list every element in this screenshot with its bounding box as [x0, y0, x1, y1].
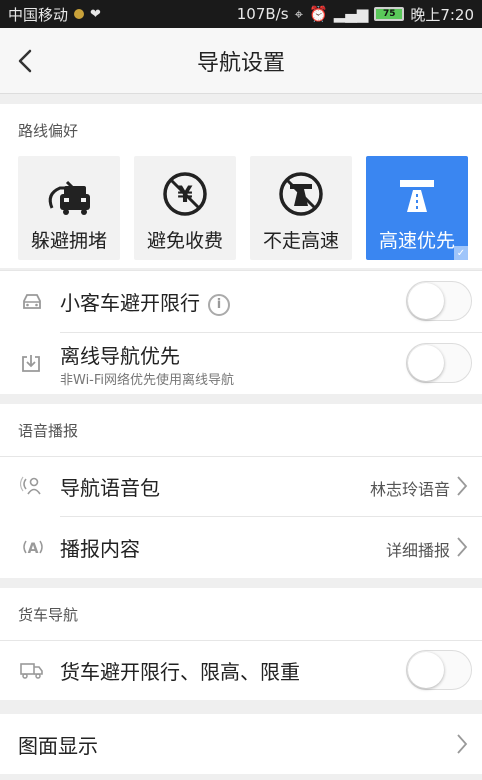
battery-icon: 75 — [374, 7, 405, 21]
svg-text:¥: ¥ — [177, 183, 193, 208]
truck-icon — [20, 663, 43, 679]
header-bar: 导航设置 — [0, 28, 482, 94]
route-option-label: 避免收费 — [146, 230, 223, 252]
section-label-voice: 语音播报 — [0, 404, 482, 456]
offline-nav-toggle[interactable] — [406, 343, 472, 383]
status-bar: 中国移动 ❤ 107B/s ⌖ ⏰ ▂▄▆ 75 晚上7:20 — [0, 0, 482, 28]
offline-nav-label: 离线导航优先 — [60, 344, 180, 368]
car-restriction-toggle[interactable] — [406, 281, 472, 321]
no-highway-icon — [279, 172, 323, 216]
broadcast-icon: A — [23, 540, 43, 557]
route-option-label: 不走高速 — [262, 230, 339, 252]
carrier-name: 中国移动 — [8, 5, 69, 24]
car-restriction-text: 小客车避开限行 — [60, 291, 200, 315]
voice-pack-row[interactable]: 导航语音包 林志玲语音 — [0, 456, 482, 516]
no-toll-icon: ¥ — [163, 172, 207, 216]
network-speed: 107B/s — [236, 5, 289, 23]
car-icon — [23, 294, 41, 309]
broadcast-content-row[interactable]: A 播报内容 详细播报 — [0, 516, 482, 578]
car-restriction-row: 小客车避开限行 i — [0, 270, 482, 332]
chevron-left-icon — [18, 49, 32, 73]
check-icon: ✓ — [454, 246, 468, 260]
toggle-knob — [408, 345, 444, 381]
back-button[interactable] — [14, 46, 38, 76]
heart-icon: ❤ — [90, 6, 101, 22]
toggle-knob — [408, 652, 444, 688]
route-option-avoid-toll[interactable]: ¥ 避免收费 — [134, 156, 236, 260]
chevron-right-icon — [457, 734, 468, 754]
broadcast-content-value: 详细播报 — [385, 541, 450, 560]
alarm-icon: ⏰ — [309, 5, 328, 23]
avoid-congestion-icon — [48, 180, 90, 215]
section-label-route: 路线偏好 — [0, 104, 482, 156]
location-icon: ⌖ — [294, 5, 304, 23]
truck-restriction-label: 货车避开限行、限高、限重 — [60, 660, 300, 684]
broadcast-content-label: 播报内容 — [60, 537, 140, 561]
route-pref-section: 路线偏好 — [0, 104, 482, 156]
route-option-avoid-congestion[interactable]: 躲避拥堵 — [18, 156, 120, 260]
clock: 晚上7:20 — [410, 5, 474, 24]
map-display-label: 图面显示 — [18, 734, 98, 758]
toggle-knob — [408, 283, 444, 319]
section-label-truck: 货车导航 — [0, 588, 482, 640]
route-option-label: 躲避拥堵 — [30, 230, 107, 252]
chevron-right-icon — [457, 537, 468, 557]
offline-nav-sub: 非Wi-Fi网络优先使用离线导航 — [60, 373, 235, 388]
truck-restriction-row: 货车避开限行、限高、限重 — [0, 640, 482, 700]
route-options: 躲避拥堵 ¥ 避免收费 不走高速 高速优先 ✓ — [0, 156, 482, 268]
page-title: 导航设置 — [196, 50, 285, 76]
voice-person-icon — [20, 476, 41, 495]
voice-pack-label: 导航语音包 — [60, 476, 160, 500]
route-option-highway-first[interactable]: 高速优先 ✓ — [366, 156, 468, 260]
voice-section: 语音播报 — [0, 404, 482, 456]
highway-icon — [400, 180, 434, 212]
truck-section: 货车导航 — [0, 588, 482, 640]
svg-text:A: A — [28, 541, 39, 557]
route-option-label: 高速优先 — [378, 230, 455, 252]
route-option-no-highway[interactable]: 不走高速 — [250, 156, 352, 260]
offline-download-icon — [22, 355, 40, 372]
truck-restriction-toggle[interactable] — [406, 650, 472, 690]
signal-icon: ▂▄▆ — [333, 5, 369, 23]
chevron-right-icon — [457, 476, 468, 496]
car-restriction-label: 小客车避开限行 i — [60, 287, 230, 316]
notification-dot-icon — [74, 9, 85, 19]
map-display-row[interactable]: 图面显示 — [0, 714, 482, 774]
voice-pack-value: 林志玲语音 — [369, 480, 450, 499]
info-icon[interactable]: i — [208, 293, 230, 316]
offline-nav-row: 离线导航优先 非Wi-Fi网络优先使用离线导航 — [0, 332, 482, 394]
